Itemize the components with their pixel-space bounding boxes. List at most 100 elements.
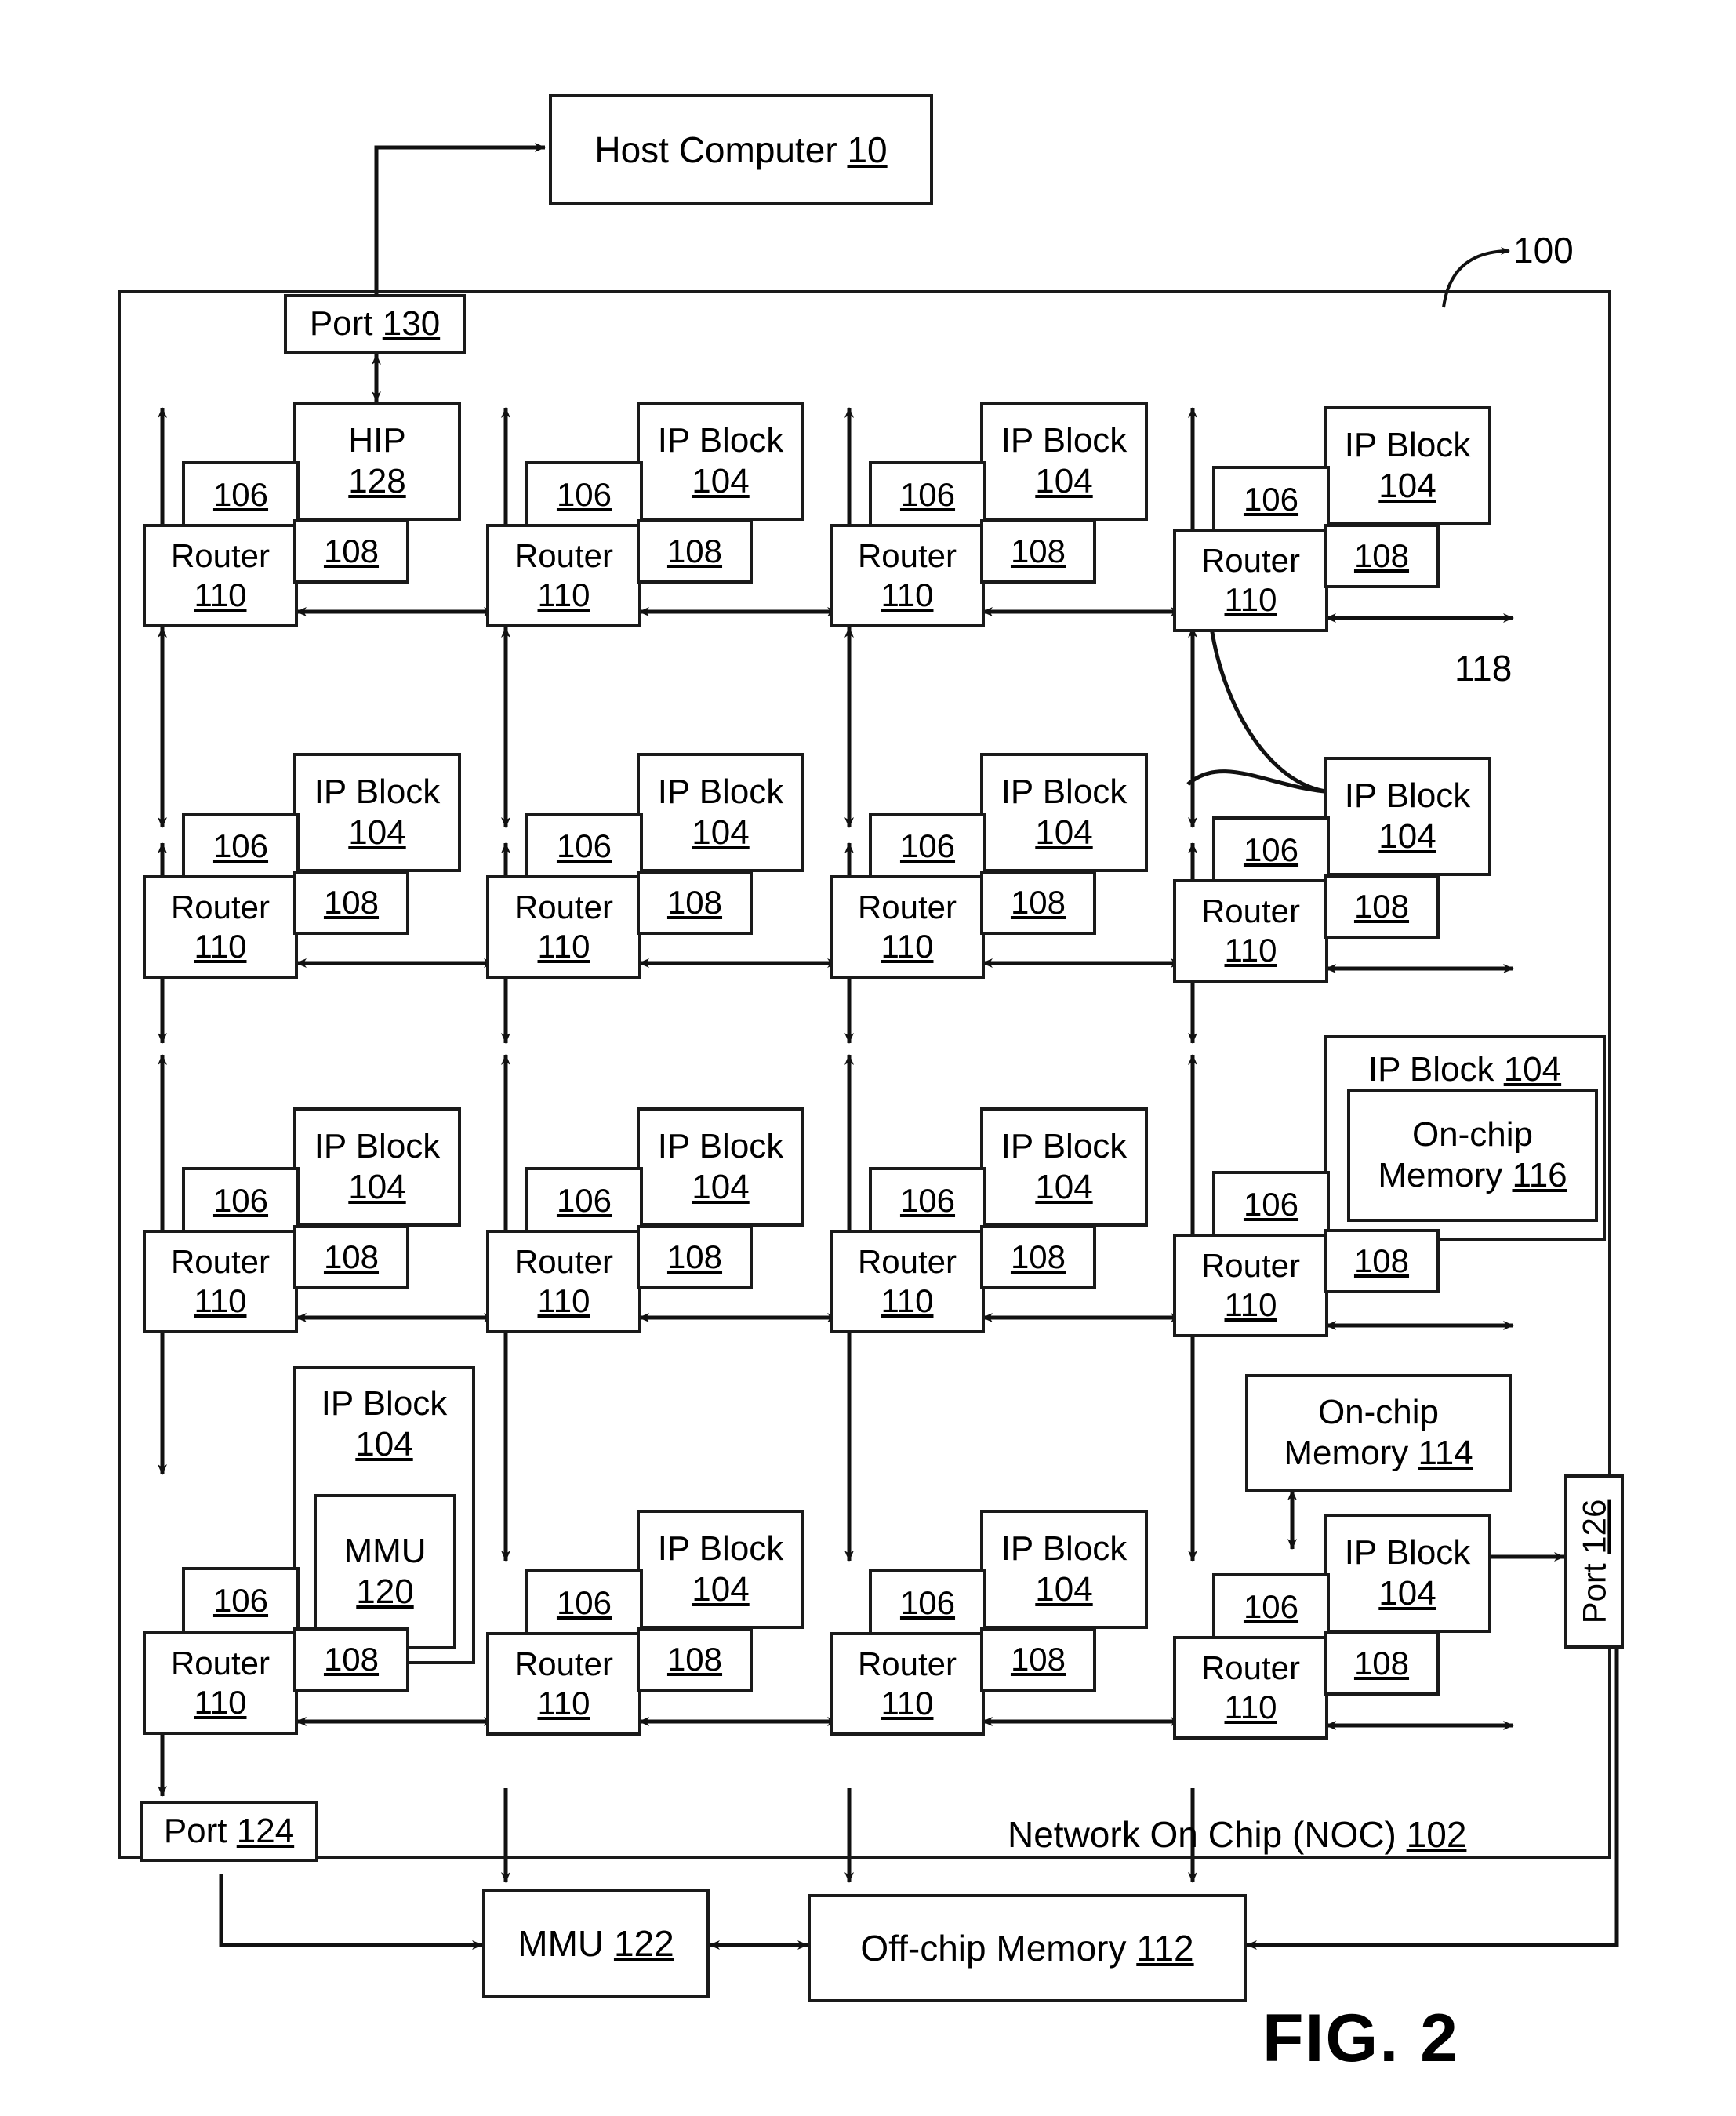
link-108-r2c3[interactable]: 108 [980,871,1096,935]
link-108-r3c2[interactable]: 108 [637,1225,753,1289]
nic-ref: 106 [1243,831,1299,868]
nic-106-r2c3[interactable]: 106 [869,813,986,879]
router-110-r3c2[interactable]: Router 110 [486,1230,641,1333]
ip-block-title: IP Block [1001,773,1128,812]
ip-block-title: IP Block [657,1127,784,1166]
ip-block-104-r2c3[interactable]: IP Block 104 [980,753,1148,872]
link-108-r3c4[interactable]: 108 [1324,1229,1440,1293]
router-110-r3c1[interactable]: Router 110 [143,1230,298,1333]
ip-block-104-r1c4[interactable]: IP Block 104 [1324,406,1491,525]
ip-block-ref: 104 [1035,813,1093,852]
router-110-r2c3[interactable]: Router 110 [830,875,985,979]
link-108-r4c2[interactable]: 108 [637,1627,753,1692]
link-108-r4c3[interactable]: 108 [980,1627,1096,1692]
ip-block-104-r1c3[interactable]: IP Block 104 [980,402,1148,521]
router-ref: 110 [194,1684,247,1721]
ip-block-104-r4c3[interactable]: IP Block 104 [980,1510,1148,1629]
offchip-memory-112-box[interactable]: Off-chip Memory 112 [808,1894,1247,2002]
nic-106-r3c4[interactable]: 106 [1212,1171,1330,1238]
ip-block-title-inline: IP Block 104 [1367,1050,1562,1089]
ip-block-104-r3c2[interactable]: IP Block 104 [637,1107,804,1227]
link-108-r3c3[interactable]: 108 [980,1225,1096,1289]
nic-106-r2c2[interactable]: 106 [525,813,643,879]
link-108-r1c2[interactable]: 108 [637,519,753,584]
router-title: Router [514,889,614,926]
ip-block-ref: 104 [1035,1570,1093,1609]
nic-106-r3c3[interactable]: 106 [869,1167,986,1234]
nic-106-r1c3[interactable]: 106 [869,461,986,528]
ip-block-104-r4c4[interactable]: IP Block 104 [1324,1514,1491,1633]
nic-ref: 106 [899,475,956,513]
port-124-label: Port 124 [163,1812,295,1851]
ip-block-104-r2c4[interactable]: IP Block 104 [1324,757,1491,876]
ip-block-title: IP Block [1344,1533,1471,1572]
router-110-r3c3[interactable]: Router 110 [830,1230,985,1333]
nic-106-r4c4[interactable]: 106 [1212,1573,1330,1640]
link-108-r4c1[interactable]: 108 [293,1627,409,1692]
nic-ref: 106 [556,475,612,513]
router-110-r2c1[interactable]: Router 110 [143,875,298,979]
link-108-r1c4[interactable]: 108 [1324,524,1440,588]
ip-block-104-r3c3[interactable]: IP Block 104 [980,1107,1148,1227]
ip-block-title: IP Block [657,1529,784,1569]
router-110-r1c3[interactable]: Router 110 [830,524,985,627]
ip-block-ref: 104 [692,462,750,500]
mmu-122-box[interactable]: MMU 122 [482,1889,710,1998]
nic-106-r4c2[interactable]: 106 [525,1569,643,1636]
link-ref: 108 [666,533,723,570]
link-108-r1c3[interactable]: 108 [980,519,1096,584]
link-108-r2c2[interactable]: 108 [637,871,753,935]
router-110-r4c3[interactable]: Router 110 [830,1632,985,1736]
ip-block-ref: 104 [1378,1574,1436,1612]
mmu-120-box[interactable]: MMU 120 [314,1494,456,1649]
link-108-r2c4[interactable]: 108 [1324,874,1440,939]
nic-106-r3c2[interactable]: 106 [525,1167,643,1234]
link-ref: 108 [1353,888,1410,925]
router-ref: 110 [537,928,590,965]
link-108-r4c4[interactable]: 108 [1324,1631,1440,1696]
ip-block-ref: 104 [355,1424,413,1463]
ip-block-ref: 104 [1035,1168,1093,1206]
ip-block-104-r4c2[interactable]: IP Block 104 [637,1510,804,1629]
nic-106-r2c1[interactable]: 106 [182,813,300,879]
router-110-r1c4[interactable]: Router 110 [1173,529,1328,632]
ip-block-104-r2c1[interactable]: IP Block 104 [293,753,461,872]
ip-block-104-r3c1[interactable]: IP Block 104 [293,1107,461,1227]
router-ref: 110 [194,1282,247,1319]
onchip-memory-114-box[interactable]: On-chip Memory 114 [1245,1374,1512,1492]
ip-block-104-r2c2[interactable]: IP Block 104 [637,753,804,872]
router-title: Router [1200,1247,1301,1285]
router-title: Router [170,889,271,926]
router-110-r3c4[interactable]: Router 110 [1173,1234,1328,1337]
link-108-r1c1[interactable]: 108 [293,519,409,584]
hip-128-block[interactable]: HIP 128 [293,402,461,521]
router-110-r4c1[interactable]: Router 110 [143,1631,298,1735]
host-computer-box[interactable]: Host Computer 10 [549,94,933,205]
nic-106-r1c2[interactable]: 106 [525,461,643,528]
nic-106-r2c4[interactable]: 106 [1212,816,1330,883]
link-108-r2c1[interactable]: 108 [293,871,409,935]
port-130-box[interactable]: Port 130 [284,294,466,354]
port-126-box[interactable]: Port 126 [1564,1474,1624,1649]
router-110-r1c2[interactable]: Router 110 [486,524,641,627]
nic-106-r1c4[interactable]: 106 [1212,466,1330,533]
link-ref: 108 [1353,1242,1410,1280]
router-110-r4c2[interactable]: Router 110 [486,1632,641,1736]
nic-106-r1c1[interactable]: 106 [182,461,300,528]
port-124-box[interactable]: Port 124 [140,1801,318,1862]
router-110-r4c4[interactable]: Router 110 [1173,1636,1328,1740]
ip-block-104-r1c2[interactable]: IP Block 104 [637,402,804,521]
onchip-memory-116-box[interactable]: On-chip Memory 116 [1347,1089,1598,1222]
link-ref: 108 [323,1238,380,1276]
link-108-r3c1[interactable]: 108 [293,1225,409,1289]
nic-106-r4c1[interactable]: 106 [182,1567,300,1634]
router-110-r2c2[interactable]: Router 110 [486,875,641,979]
nic-106-r4c3[interactable]: 106 [869,1569,986,1636]
router-ref: 110 [881,1282,934,1319]
nic-106-r3c1[interactable]: 106 [182,1167,300,1234]
onchip-memory-114-line1: On-chip [1317,1393,1440,1432]
router-ref: 110 [537,576,590,613]
router-110-r1c1[interactable]: Router 110 [143,524,298,627]
ip-block-ref: 104 [1035,462,1093,500]
router-110-r2c4[interactable]: Router 110 [1173,879,1328,983]
